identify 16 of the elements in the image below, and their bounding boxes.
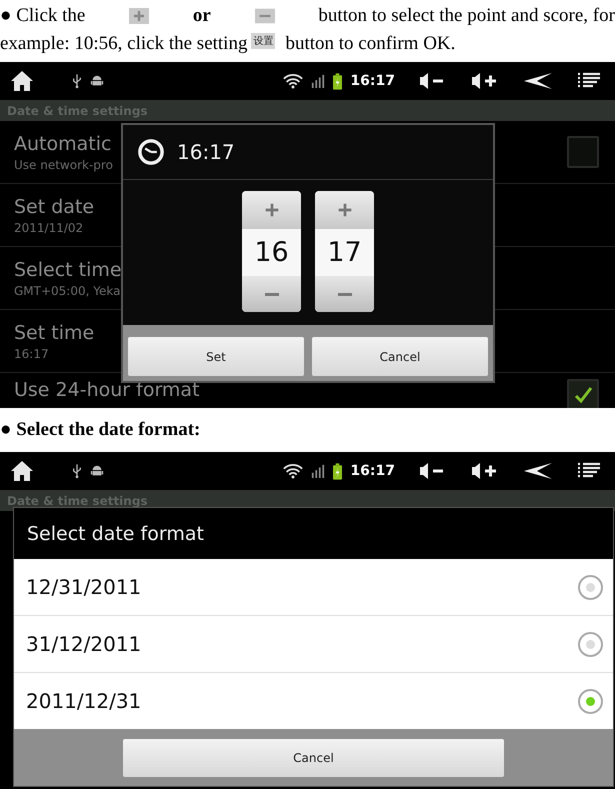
picker-value: 16 (242, 229, 301, 276)
dialog-title: 16:17 (177, 140, 235, 164)
setting-key: 设置 (251, 33, 276, 49)
section-heading: ● Select the date format: (0, 418, 200, 442)
body-text: example: 10:56, click the setting (0, 33, 248, 55)
dialog-title: Select date format (27, 522, 204, 544)
body-text: button to confirm OK. (285, 33, 456, 55)
option-label: 2011/12/31 (26, 689, 142, 713)
body-text: button to select the point and score, for (318, 5, 615, 27)
status-time: 16:17 (350, 463, 395, 479)
body-text: or (192, 5, 211, 27)
status-time: 16:17 (350, 73, 395, 89)
body-text: ● Click the (0, 5, 86, 27)
option-label: 31/12/2011 (26, 632, 142, 656)
option-label: 12/31/2011 (26, 575, 142, 599)
picker-value: 17 (315, 229, 374, 276)
